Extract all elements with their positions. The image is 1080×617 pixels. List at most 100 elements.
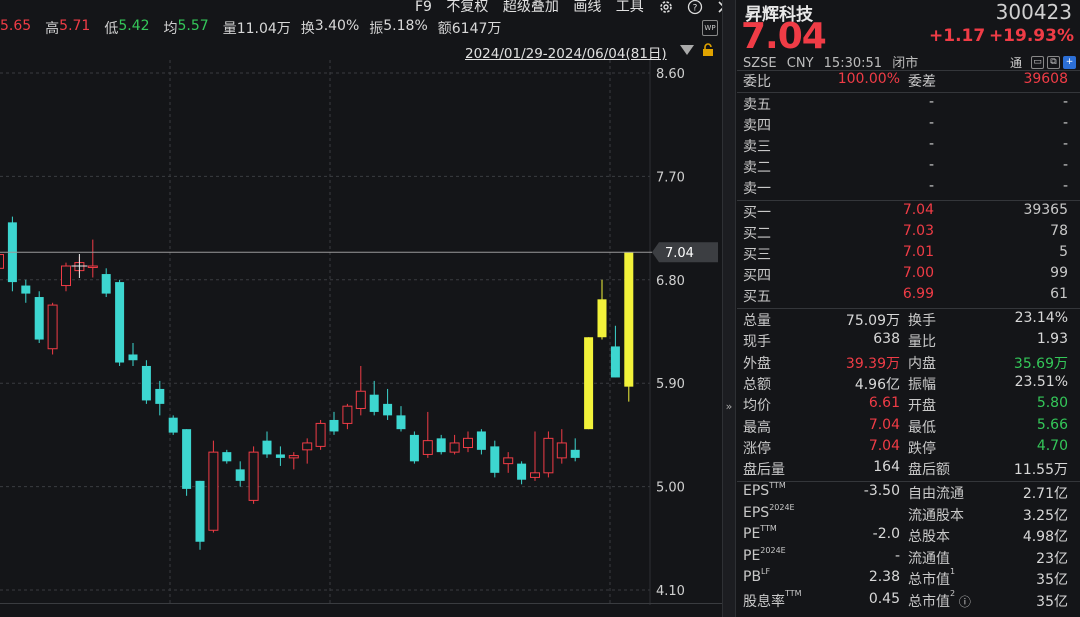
volume-value: 11.04万: [236, 21, 291, 37]
candle-body: [195, 480, 205, 542]
date-range-selector[interactable]: 2024/01/29-2024/06/04(81日): [465, 42, 667, 62]
amplitude-label: 振: [369, 21, 384, 37]
overlay-button[interactable]: 超级叠加: [503, 0, 559, 15]
bid-price: 6.99: [902, 286, 934, 302]
stat-label: 总量: [743, 313, 771, 329]
copy-icon[interactable]: ⧉: [1047, 56, 1060, 69]
candle: [624, 252, 634, 402]
candle-body: [355, 390, 366, 409]
candlestick-plot[interactable]: 8.60 7.70 6.80 5.90 5.00 4.10 7.04: [0, 60, 722, 605]
y-tick-label: 8.60: [656, 67, 685, 82]
candle-body: [21, 285, 31, 294]
svg-text:?: ?: [692, 4, 697, 14]
add-icon[interactable]: +: [1063, 56, 1076, 69]
fundamental-value: 35亿: [1036, 572, 1068, 588]
candle: [115, 279, 125, 366]
draw-button[interactable]: 画线: [573, 0, 601, 15]
stat-label: 最高: [743, 419, 771, 436]
candle: [101, 268, 111, 298]
current-price-label: 7.04: [665, 246, 694, 261]
kline-chart-panel[interactable]: F9 不复权 超级叠加 画线 工具 ? 5.65 高 5.71 低 5.42 均…: [0, 0, 726, 617]
volume-label: 量: [222, 21, 237, 37]
fundamental-value: 0.45: [868, 590, 900, 607]
weicha-label: 委差: [908, 74, 936, 90]
stat-value: 5.80: [1036, 395, 1068, 412]
amount-label: 额: [437, 21, 452, 37]
ask-level: 卖三 - -: [737, 136, 1080, 157]
ask-price: -: [928, 178, 934, 194]
stat-value: 75.09万: [845, 313, 900, 329]
stat-row: 均价 6.61 开盘 5.80: [737, 395, 1080, 416]
bid-level: 买五 6.99 61: [737, 286, 1080, 307]
candle-body: [597, 299, 607, 338]
candle-body: [208, 451, 219, 531]
stat-value: 4.96亿: [854, 376, 900, 393]
stat-label: 内盘: [908, 355, 936, 372]
tools-button[interactable]: 工具: [616, 0, 644, 15]
candle: [128, 342, 138, 366]
candle-body: [422, 440, 433, 455]
no-adjust-button[interactable]: 不复权: [446, 0, 488, 15]
candle-body: [584, 337, 594, 430]
stat-value: 23.51%: [1014, 373, 1068, 390]
candle: [490, 440, 500, 478]
candle-body: [449, 442, 460, 453]
candle: [47, 302, 58, 355]
bid-label: 买五: [743, 289, 771, 305]
tong-label[interactable]: 通: [1010, 54, 1022, 71]
fundamental-value: 3.25亿: [1022, 507, 1068, 524]
bid-volume: 99: [1050, 265, 1068, 281]
quote-panel: 昇辉科技 300423 7.04 +1.17 +19.93% SZSE CNY …: [737, 0, 1080, 617]
candle-body: [624, 252, 634, 387]
stock-code: 300423: [995, 0, 1072, 24]
stat-label: 换手: [908, 313, 936, 329]
stat-value: 164: [873, 459, 900, 476]
weibi-value: 100.00%: [837, 71, 900, 87]
candle: [436, 434, 446, 455]
fundamental-row: PETTM -2.0 总股本 4.98亿: [737, 524, 1080, 547]
wp-badge[interactable]: WP: [702, 20, 718, 36]
f9-button[interactable]: F9: [415, 0, 432, 15]
candle-body: [530, 472, 540, 478]
fundamental-label: 总市值2 ⓘ: [908, 589, 971, 611]
fundamental-label-text: EPS: [743, 483, 770, 499]
weibi-row: 委比 100.00% 委差 39608: [737, 71, 1080, 92]
fundamental-label: 流通股本: [908, 505, 964, 525]
panel-divider[interactable]: »: [722, 0, 736, 617]
candle: [570, 438, 580, 462]
candle: [21, 279, 31, 303]
y-tick-label: 6.80: [656, 274, 685, 289]
bid-volume: 78: [1050, 223, 1068, 239]
candle: [409, 431, 419, 464]
candle-body: [315, 422, 326, 447]
avg-value: 5.57: [177, 18, 209, 34]
candle: [503, 452, 514, 473]
stat-row: 涨停 7.04 跌停 4.70: [737, 438, 1080, 459]
stat-row: 外盘 39.39万 内盘 35.69万: [737, 353, 1080, 374]
separator: [737, 308, 1080, 309]
candle: [463, 431, 473, 453]
bid-label: 买一: [743, 205, 771, 221]
stat-label: 最低: [908, 419, 936, 436]
gear-icon[interactable]: [658, 0, 674, 15]
lock-icon[interactable]: [701, 43, 715, 57]
ask-label: 卖三: [743, 139, 771, 155]
dropdown-arrow-icon[interactable]: [680, 45, 694, 55]
fundamental-label-text: 自由流通: [908, 486, 964, 502]
candle: [34, 291, 44, 343]
ask-volume: -: [1062, 136, 1068, 152]
candle-body: [342, 405, 353, 424]
stat-row: 盘后量 164 盘后额 11.55万: [737, 459, 1080, 480]
label-suffix: 1: [950, 567, 956, 576]
ask-label: 卖五: [743, 97, 771, 113]
ask-volume: -: [1062, 115, 1068, 131]
stat-value: 4.70: [1036, 437, 1068, 454]
help-icon[interactable]: ?: [687, 0, 703, 15]
fundamental-label: 流通值: [908, 548, 950, 568]
ask-volume: -: [1062, 157, 1068, 173]
fundamental-row: 股息率TTM 0.45 总市值2 ⓘ 35亿: [737, 589, 1080, 612]
collapse-arrows-icon[interactable]: »: [723, 400, 735, 413]
window-icon[interactable]: ▭: [1031, 56, 1044, 69]
candle: [182, 429, 192, 496]
info-icon[interactable]: ⓘ: [955, 595, 971, 609]
